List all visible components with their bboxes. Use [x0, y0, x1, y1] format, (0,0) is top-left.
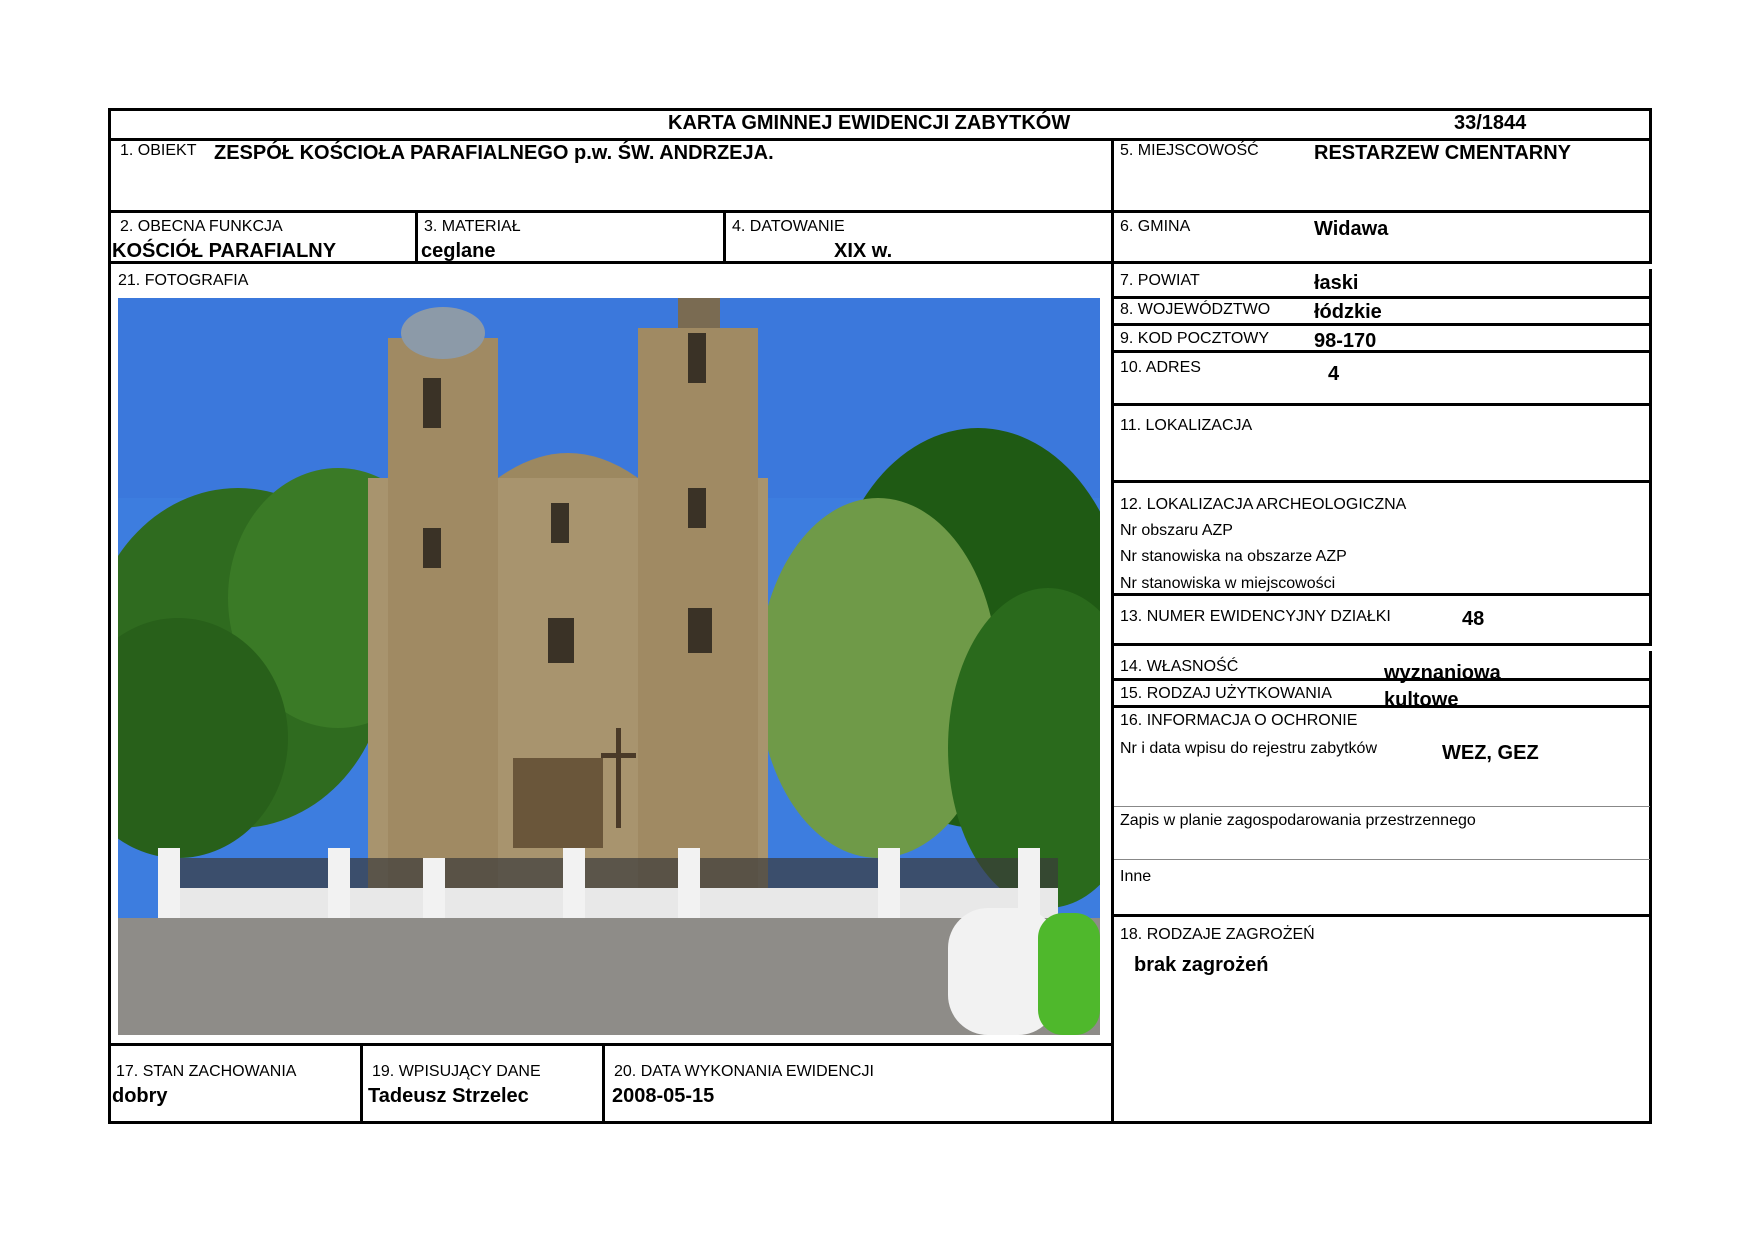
- material-value: ceglane: [421, 240, 496, 262]
- material-label: 3. MATERIAŁ: [424, 218, 521, 235]
- postal-code-label: 9. KOD POCZTOWY: [1120, 330, 1270, 347]
- object-label: 1. OBIEKT: [120, 142, 197, 159]
- other-label: Inne: [1120, 868, 1152, 885]
- location-label: 11. LOKALIZACJA: [1120, 417, 1253, 434]
- card-number: 33/1844: [1454, 112, 1527, 134]
- voivodeship-value: łódzkie: [1314, 301, 1382, 323]
- protection-divider-2: [1114, 859, 1650, 860]
- dating-label: 4. DATOWANIE: [732, 218, 845, 235]
- field-location: [1111, 403, 1652, 483]
- evidence-card: KARTA GMINNEJ EWIDENCJI ZABYTKÓW 33/1844…: [108, 108, 1652, 1124]
- object-value: ZESPÓŁ KOŚCIOŁA PARAFIALNEGO p.w. ŚW. AN…: [214, 142, 774, 164]
- azp-area-label: Nr obszaru AZP: [1120, 522, 1233, 539]
- voivodeship-label: 8. WOJEWÓDZTWO: [1120, 301, 1271, 318]
- protection-divider-1: [1114, 806, 1650, 807]
- county-value: łaski: [1314, 272, 1359, 294]
- field-date: [602, 1043, 1114, 1124]
- locality-label: 5. MIEJSCOWOŚĆ: [1120, 142, 1259, 159]
- church-photo: [118, 298, 1100, 1035]
- county-label: 7. POWIAT: [1120, 272, 1200, 289]
- date-label: 20. DATA WYKONANIA EWIDENCJI: [614, 1063, 874, 1080]
- register-value: WEZ, GEZ: [1442, 742, 1539, 764]
- condition-label: 17. STAN ZACHOWANIA: [116, 1063, 297, 1080]
- azp-site-label: Nr stanowiska na obszarze AZP: [1120, 548, 1347, 565]
- function-value: KOŚCIÓŁ PARAFIALNY: [112, 240, 337, 262]
- commune-label: 6. GMINA: [1120, 218, 1191, 235]
- spatial-plan-label: Zapis w planie zagospodarowania przestrz…: [1120, 812, 1476, 829]
- dating-value: XIX w.: [834, 240, 893, 262]
- commune-value: Widawa: [1314, 218, 1389, 240]
- author-label: 19. WPISUJĄCY DANE: [372, 1063, 541, 1080]
- archaeology-label: 12. LOKALIZACJA ARCHEOLOGICZNA: [1120, 496, 1407, 513]
- field-author: [360, 1043, 605, 1124]
- date-value: 2008-05-15: [612, 1085, 715, 1107]
- register-label: Nr i data wpisu do rejestru zabytków: [1120, 740, 1377, 757]
- usage-label: 15. RODZAJ UŻYTKOWANIA: [1120, 685, 1332, 702]
- photo-label: 21. FOTOGRAFIA: [118, 272, 249, 289]
- parcel-value: 48: [1462, 608, 1485, 630]
- locality-value: RESTARZEW CMENTARNY: [1314, 142, 1572, 164]
- protection-label: 16. INFORMACJA O OCHRONIE: [1120, 712, 1358, 729]
- function-label: 2. OBECNA FUNKCJA: [120, 218, 283, 235]
- condition-value: dobry: [112, 1085, 168, 1107]
- threats-value: brak zagrożeń: [1134, 954, 1269, 976]
- ownership-label: 14. WŁASNOŚĆ: [1120, 658, 1239, 675]
- field-condition: [108, 1043, 363, 1124]
- field-threats: [1111, 914, 1652, 1124]
- address-label: 10. ADRES: [1120, 359, 1201, 376]
- locality-site-label: Nr stanowiska w miejscowości: [1120, 575, 1336, 592]
- threats-label: 18. RODZAJE ZAGROŻEŃ: [1120, 926, 1315, 943]
- field-protection: [1111, 705, 1652, 917]
- parcel-label: 13. NUMER EWIDENCYJNY DZIAŁKI: [1120, 608, 1391, 625]
- address-value: 4: [1328, 363, 1340, 385]
- card-title: KARTA GMINNEJ EWIDENCJI ZABYTKÓW: [668, 112, 1071, 134]
- author-value: Tadeusz Strzelec: [368, 1085, 529, 1107]
